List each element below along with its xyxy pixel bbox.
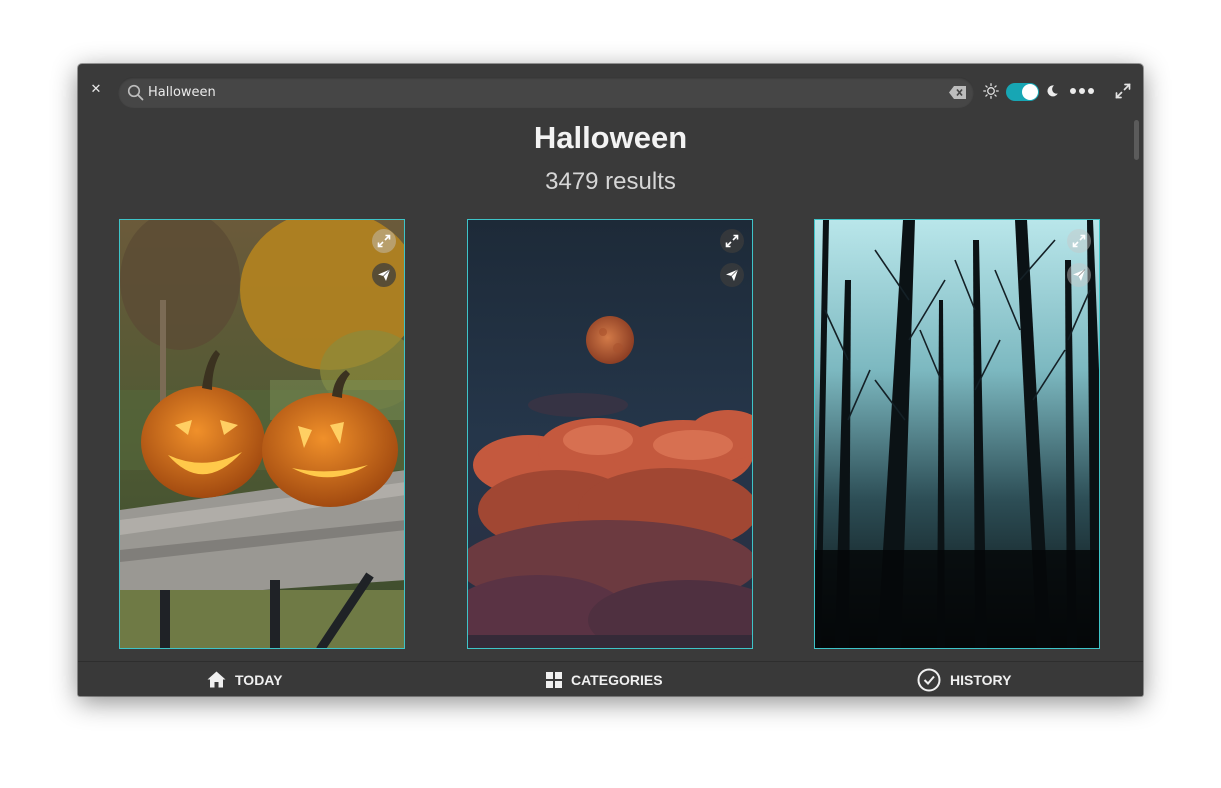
sun-icon: [983, 83, 999, 99]
wallpaper-card-forest[interactable]: [814, 219, 1100, 649]
search-bar[interactable]: [118, 77, 974, 108]
scrollbar[interactable]: [1134, 120, 1139, 160]
expand-icon: [1072, 234, 1086, 248]
pumpkins-image: [120, 220, 404, 648]
card-share-button[interactable]: [1067, 263, 1091, 287]
card-expand-button[interactable]: [372, 229, 396, 253]
toggle-knob: [1022, 84, 1038, 100]
page-title: Halloween: [533, 120, 688, 155]
search-icon: [127, 84, 144, 101]
nav-today[interactable]: TODAY: [207, 662, 282, 696]
home-icon: [207, 671, 226, 688]
close-icon[interactable]: ✕: [89, 83, 103, 97]
clock-icon: [917, 668, 941, 691]
dark-mode-toggle[interactable]: [1006, 83, 1039, 101]
send-icon: [378, 269, 391, 281]
nav-history-label: HISTORY: [950, 671, 1012, 688]
wallpaper-card-moon[interactable]: [467, 219, 753, 649]
card-share-button[interactable]: [372, 263, 396, 287]
clear-search-icon[interactable]: [949, 85, 967, 100]
grid-icon: [546, 671, 562, 688]
nav-categories-label: CATEGORIES: [571, 671, 663, 688]
card-expand-button[interactable]: [1067, 229, 1091, 253]
nav-history[interactable]: HISTORY: [917, 662, 1011, 696]
expand-icon: [725, 234, 739, 248]
moon-clouds-image: [468, 220, 752, 648]
send-icon: [1073, 269, 1086, 281]
more-options-icon[interactable]: [1069, 85, 1095, 97]
expand-icon: [377, 234, 391, 248]
bottom-navigation: TODAY CATEGORIES HISTORY: [78, 661, 1143, 696]
card-share-button[interactable]: [720, 263, 744, 287]
app-window: ✕ Halloween 3479 resul: [78, 64, 1143, 696]
search-input[interactable]: [148, 77, 938, 108]
moon-icon: [1047, 85, 1058, 97]
nav-today-label: TODAY: [235, 671, 283, 688]
nav-categories[interactable]: CATEGORIES: [546, 662, 663, 696]
send-icon: [726, 269, 739, 281]
fullscreen-icon[interactable]: [1115, 83, 1131, 99]
results-count: 3479 results: [545, 168, 676, 195]
forest-image: [815, 220, 1099, 648]
wallpaper-card-pumpkins[interactable]: [119, 219, 405, 649]
card-expand-button[interactable]: [720, 229, 744, 253]
